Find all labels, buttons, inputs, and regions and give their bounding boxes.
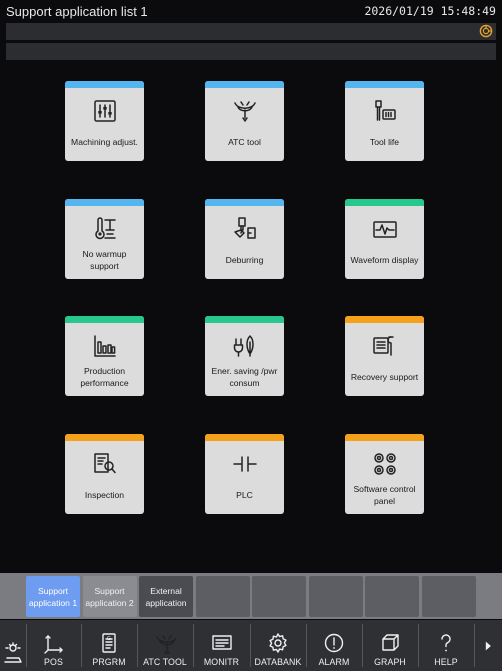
message-bar-1 (6, 23, 496, 40)
date-time: 2026/01/19 15:48:49 (364, 4, 496, 18)
tab-empty[interactable] (421, 576, 476, 617)
app-card-tool-life[interactable]: Tool life (345, 81, 424, 161)
fkey-monitr[interactable]: MONITR (193, 620, 250, 671)
tab-empty[interactable] (365, 576, 419, 617)
app-card-label: Production performance (80, 365, 129, 388)
fkey-alarm[interactable]: ALARM (306, 620, 362, 671)
app-card-label: Waveform display (350, 254, 419, 265)
category-strip (205, 316, 284, 323)
alarm-indicator-icon[interactable] (479, 24, 493, 38)
fkey-label: DATABANK (254, 657, 302, 667)
message-bar-2 (6, 43, 496, 60)
fkey-label: HELP (434, 657, 458, 667)
fkey-next-arrow[interactable] (474, 620, 502, 671)
position-axes-icon (43, 635, 63, 654)
app-card-inspection[interactable]: Inspection (65, 434, 144, 514)
application-tabs: Support application 1 Support application… (0, 573, 502, 619)
app-card-label: Software control panel (353, 483, 416, 506)
fkey-label: MONITR (203, 657, 240, 667)
sliders-icon (94, 100, 116, 122)
atc-tool-icon (234, 101, 256, 122)
app-card-recovery-support[interactable]: Recovery support (345, 316, 424, 396)
fkey-graph[interactable]: GRAPH (362, 620, 418, 671)
bar-chart-icon (94, 335, 116, 357)
fkey-databank[interactable]: DATABANK (250, 620, 306, 671)
category-strip (65, 434, 144, 441)
alarm-icon (324, 633, 344, 653)
tab-empty[interactable] (252, 576, 306, 617)
app-card-label: No warmup support (82, 248, 127, 271)
monitor-icon (211, 635, 232, 650)
help-icon (441, 634, 451, 652)
fkey-label: ATC TOOL (143, 657, 187, 667)
svg-text:G: G (107, 636, 111, 642)
atc-tool-icon (156, 635, 176, 654)
app-card-production-performance[interactable]: Production performance (65, 316, 144, 396)
app-card-machining-adjust[interactable]: Machining adjust. (65, 81, 144, 161)
app-card-label: ATC tool (228, 136, 261, 147)
fkey-prgrm[interactable]: G PRGRM (81, 620, 137, 671)
program-icon: G (102, 633, 116, 653)
function-key-bar: POS G PRGRM ATC TOOL MONITR DATABANK ALARM GRAP… (0, 620, 502, 671)
app-card-label: Inspection (84, 489, 125, 500)
tool-life-icon (375, 100, 396, 121)
operator-icon (4, 642, 22, 663)
app-card-label: PLC (236, 489, 253, 500)
recovery-icon (373, 336, 394, 356)
deburring-icon (234, 217, 256, 239)
inspection-icon (94, 453, 116, 474)
category-strip (345, 81, 424, 88)
page-title: Support application list 1 (6, 3, 148, 19)
app-card-label: Recovery support (350, 371, 419, 382)
app-card-ener-saving-pwr-consum[interactable]: Ener. saving /pwr consum (205, 316, 284, 396)
app-card-software-control-panel[interactable]: Software control panel (345, 434, 424, 514)
app-card-label: Machining adjust. (71, 136, 138, 147)
app-card-label: Ener. saving /pwr consum (211, 365, 278, 388)
fkey-label: PRGRM (92, 657, 126, 667)
gear-icon (269, 633, 287, 653)
next-arrow-icon (485, 641, 491, 650)
category-strip (205, 434, 284, 441)
fkey-label: ALARM (318, 657, 350, 667)
category-strip (65, 316, 144, 323)
category-strip (345, 199, 424, 206)
app-card-label: Deburring (225, 254, 264, 265)
fkey-pos[interactable]: POS (26, 620, 81, 671)
category-strip (345, 434, 424, 441)
app-card-atc-tool[interactable]: ATC tool (205, 81, 284, 161)
app-card-waveform-display[interactable]: Waveform display (345, 199, 424, 279)
fkey-label: GRAPH (374, 657, 406, 667)
fkey-atc-tool[interactable]: ATC TOOL (137, 620, 193, 671)
category-strip (205, 199, 284, 206)
plc-icon (233, 456, 257, 472)
tab-support-application-2[interactable]: Support application 2 (82, 576, 137, 617)
tab-empty[interactable] (308, 576, 363, 617)
fkey-label: POS (44, 657, 63, 667)
category-strip (65, 199, 144, 206)
app-card-label: Tool life (369, 136, 400, 147)
app-card-plc[interactable]: PLC (205, 434, 284, 514)
tab-external-application[interactable]: External application (139, 576, 193, 617)
application-grid: Machining adjust. ATC tool Tool life No war… (0, 62, 502, 572)
energy-icon (233, 335, 254, 357)
tab-empty[interactable] (195, 576, 250, 617)
graph-cube-icon (382, 634, 399, 651)
app-card-deburring[interactable]: Deburring (205, 199, 284, 279)
thermometer-icon (95, 217, 116, 240)
tab-support-application-1[interactable]: Support application 1 (26, 576, 80, 617)
category-strip (345, 316, 424, 323)
title-bar: Support application list 1 2026/01/19 15… (0, 0, 502, 22)
category-strip (65, 81, 144, 88)
control-panel-icon (374, 453, 396, 475)
waveform-icon (373, 221, 397, 238)
fkey-operator[interactable] (0, 620, 26, 671)
category-strip (205, 81, 284, 88)
app-card-no-warmup-support[interactable]: No warmup support (65, 199, 144, 279)
fkey-help[interactable]: HELP (418, 620, 474, 671)
